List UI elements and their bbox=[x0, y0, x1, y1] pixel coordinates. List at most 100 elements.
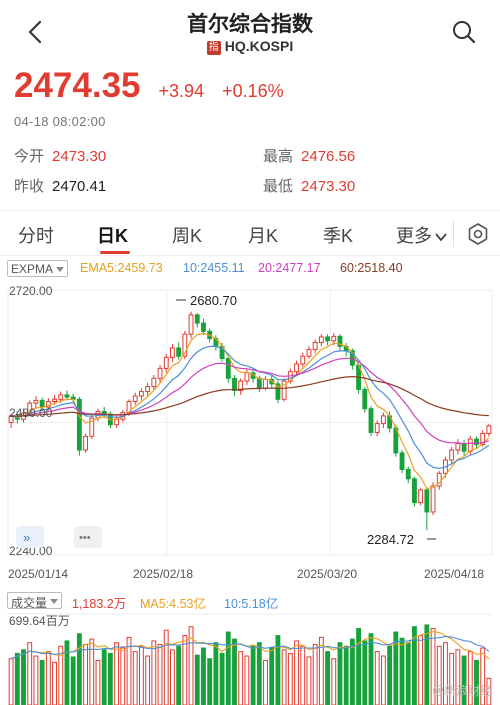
volume-bar bbox=[244, 655, 250, 705]
y-axis-mid-label: 2480.00 bbox=[9, 406, 53, 420]
price-change: +3.94 bbox=[158, 81, 205, 101]
volume-bar bbox=[95, 660, 101, 705]
volume-ma10: 10:5.18亿 bbox=[224, 597, 279, 611]
active-tab-indicator bbox=[100, 251, 130, 254]
volume-bar bbox=[225, 631, 231, 705]
candle bbox=[76, 397, 82, 456]
tab-monthly-k[interactable]: 月K bbox=[248, 222, 278, 248]
volume-bar bbox=[132, 651, 138, 705]
volume-bar bbox=[343, 645, 349, 705]
candle bbox=[337, 334, 343, 351]
volume-bar bbox=[114, 642, 120, 705]
candle bbox=[362, 386, 368, 413]
price-change-percent: +0.16% bbox=[222, 81, 284, 101]
page-title: 首尔综合指数 bbox=[187, 13, 313, 36]
candle bbox=[244, 368, 250, 385]
volume-chart[interactable]: 699.64百万 bbox=[0, 612, 500, 705]
high-marker-label: 2680.70 bbox=[190, 293, 237, 308]
volume-bar bbox=[8, 658, 14, 705]
volume-bar bbox=[312, 643, 318, 705]
search-icon[interactable] bbox=[450, 18, 478, 46]
candle bbox=[325, 334, 330, 346]
volume-bar bbox=[45, 651, 51, 705]
volume-bar bbox=[256, 642, 262, 705]
candle bbox=[412, 476, 417, 507]
candle bbox=[238, 378, 244, 395]
volume-bar bbox=[213, 642, 219, 705]
volume-bar bbox=[232, 638, 237, 705]
volume-bar bbox=[107, 652, 113, 705]
price-extreme-labels: 2680.70 2284.72 bbox=[176, 293, 436, 547]
volume-bar bbox=[331, 658, 337, 705]
tab-quarterly-k[interactable]: 季K bbox=[323, 222, 353, 248]
ema5-value: EMA5:2459.73 bbox=[80, 261, 163, 275]
volume-bar bbox=[294, 640, 299, 705]
index-code-text: HQ.KOSPI bbox=[224, 38, 294, 54]
volume-bar bbox=[306, 656, 312, 705]
ema20-line bbox=[11, 357, 490, 445]
volume-bar bbox=[157, 643, 163, 705]
candle bbox=[449, 446, 455, 464]
volume-bar bbox=[356, 627, 362, 705]
tab-weekly-k[interactable]: 周K bbox=[172, 222, 202, 248]
stat-low-value: 2473.30 bbox=[301, 178, 356, 195]
volume-bar bbox=[201, 647, 206, 705]
volume-bars bbox=[8, 624, 492, 705]
stat-high-value: 2476.56 bbox=[301, 148, 356, 165]
stat-high-label: 最高 bbox=[263, 148, 294, 165]
volume-indicator-row: 成交量 1,183.2万 MA5:4.53亿 10:5.18亿 bbox=[0, 590, 500, 612]
candle bbox=[145, 382, 151, 396]
volume-bar bbox=[269, 647, 275, 705]
settings-icon[interactable] bbox=[466, 222, 490, 246]
candle bbox=[138, 388, 144, 401]
candle bbox=[157, 365, 163, 383]
volume-bar bbox=[194, 654, 200, 705]
ema5-line bbox=[10, 332, 490, 490]
indicator-select[interactable]: EXPMA bbox=[7, 260, 69, 277]
volume-bar bbox=[52, 661, 57, 705]
volume-bar bbox=[21, 649, 26, 705]
candle bbox=[405, 466, 411, 484]
candle bbox=[163, 354, 169, 373]
volume-bar bbox=[368, 633, 374, 705]
volume-ma10-line bbox=[10, 635, 490, 660]
volume-bar bbox=[424, 624, 430, 705]
ema-lines bbox=[10, 332, 490, 490]
candle bbox=[461, 440, 467, 456]
chevron-down-icon bbox=[435, 233, 447, 242]
candle bbox=[201, 318, 206, 336]
stat-low-label: 最低 bbox=[263, 178, 294, 195]
stat-high: 最高 2476.56 bbox=[263, 145, 355, 166]
stat-open: 今开 2473.30 bbox=[14, 145, 106, 166]
volume-bar bbox=[138, 645, 144, 705]
volume-bar bbox=[219, 652, 225, 705]
volume-bar bbox=[325, 651, 330, 705]
x-axis-label-2: 2025/02/18 bbox=[133, 567, 193, 581]
stat-prev-close: 昨收 2470.41 bbox=[14, 175, 106, 196]
volume-ma5: MA5:4.53亿 bbox=[140, 597, 207, 611]
volume-bar bbox=[163, 629, 169, 705]
stat-prev-value: 2470.41 bbox=[52, 178, 107, 195]
candle bbox=[312, 339, 318, 354]
tab-daily-k[interactable]: 日K bbox=[97, 222, 128, 248]
candle bbox=[418, 487, 424, 506]
volume-bar bbox=[33, 655, 39, 705]
volume-indicator-select[interactable]: 成交量 bbox=[7, 592, 63, 610]
volume-axis-label: 699.64百万 bbox=[9, 614, 70, 628]
candlestick-chart[interactable]: 2720.00 2480.00 2240.00 2680.70 2284.72 … bbox=[0, 280, 500, 590]
tab-intraday[interactable]: 分时 bbox=[18, 222, 54, 248]
candle bbox=[170, 344, 175, 362]
index-badge: 指 bbox=[206, 41, 221, 55]
tab-more[interactable]: 更多 bbox=[396, 222, 447, 248]
x-axis-label-3: 2025/03/20 bbox=[297, 567, 357, 581]
volume-bar bbox=[64, 640, 70, 705]
volume-bar bbox=[83, 643, 88, 705]
watermark: ＠新浪财经 bbox=[431, 684, 492, 698]
chart-overlay-buttons: » ••• bbox=[16, 526, 102, 548]
candle bbox=[281, 378, 287, 402]
volume-bar bbox=[387, 645, 393, 705]
volume-bar bbox=[281, 649, 287, 705]
index-code: 指 HQ.KOSPI bbox=[0, 38, 500, 55]
x-axis-label-4: 2025/04/18 bbox=[424, 567, 484, 581]
candle bbox=[318, 334, 324, 347]
